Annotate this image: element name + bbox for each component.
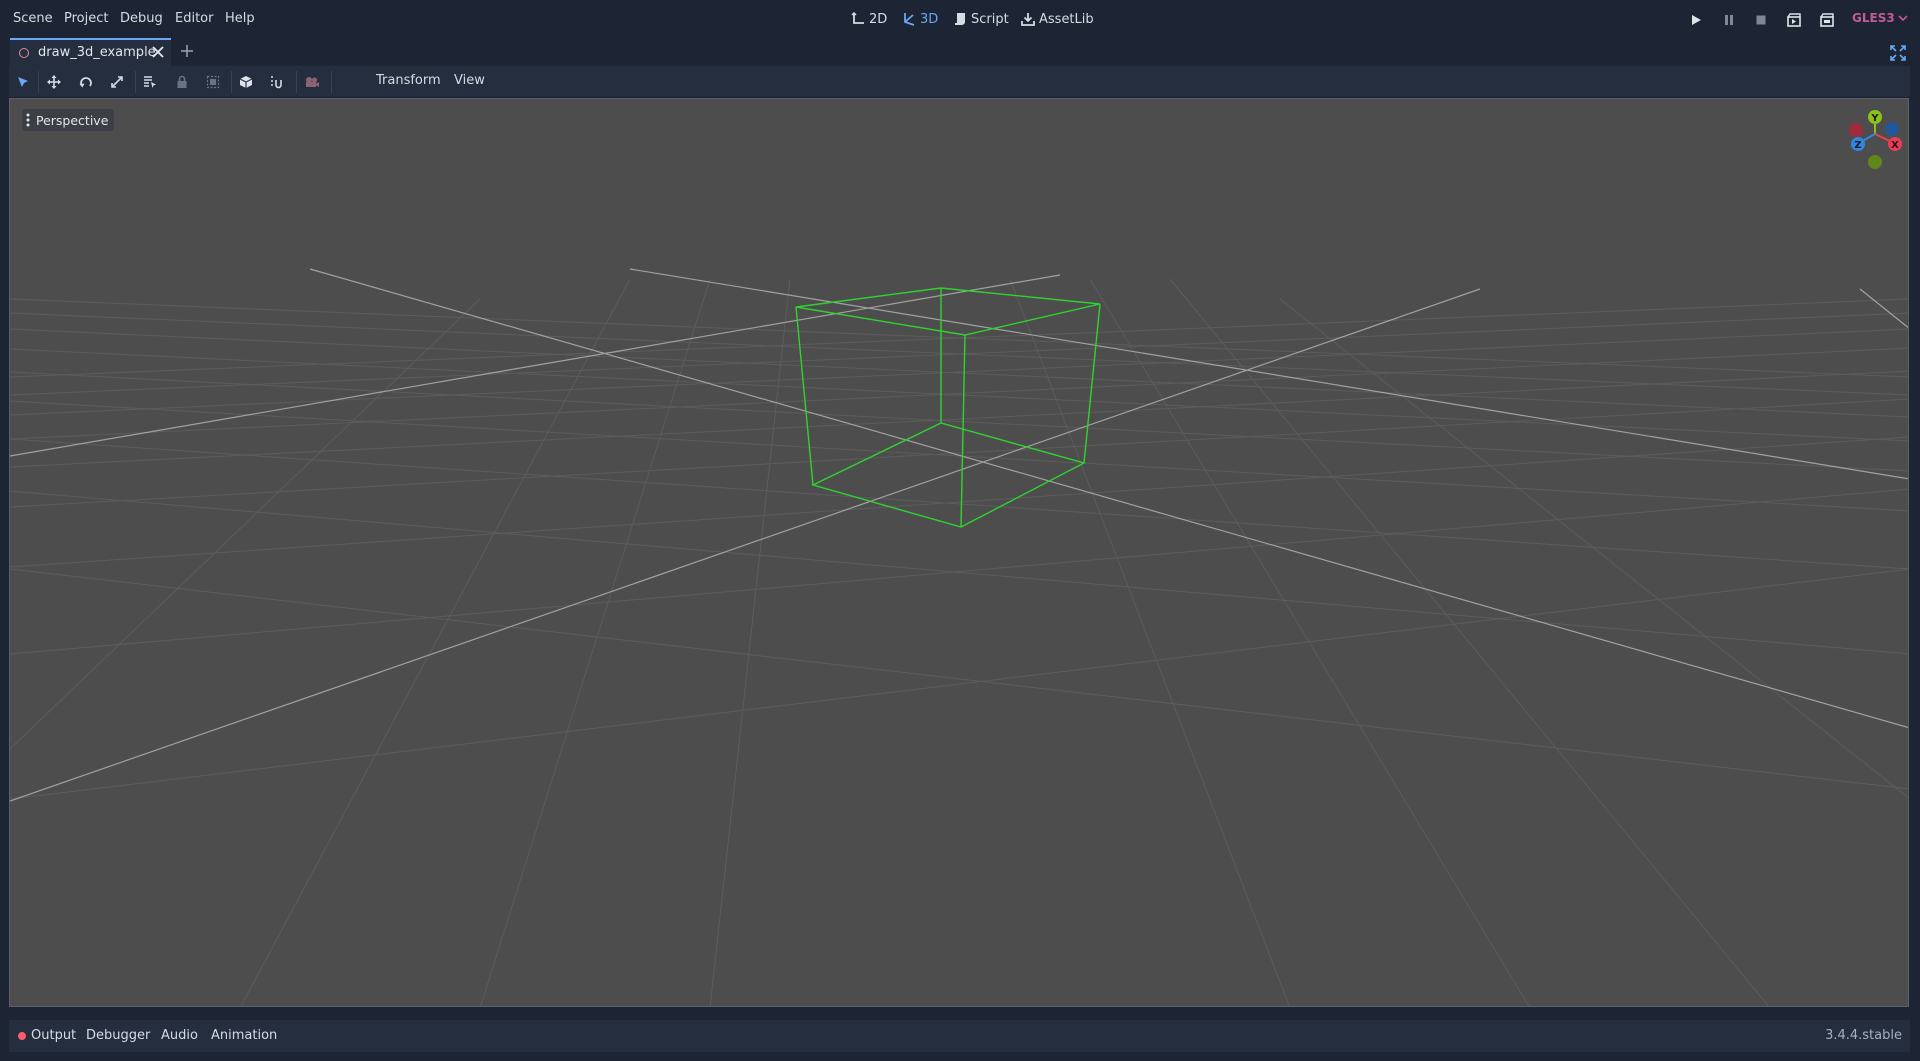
stop-icon (1756, 15, 1766, 25)
play-scene-icon (1787, 13, 1801, 27)
audio-tab[interactable]: Audio (161, 1028, 198, 1043)
cube-wireframe (795, 287, 1101, 528)
toolbar-separator (135, 71, 136, 93)
gizmo-z-label: Z (1854, 140, 1861, 151)
pause-button[interactable] (1721, 12, 1737, 28)
camera-override-button[interactable] (303, 73, 321, 91)
list-select-button[interactable] (141, 73, 159, 91)
distraction-free-icon[interactable] (1890, 45, 1906, 61)
node3d-scene-icon (19, 48, 29, 58)
chevron-down-icon (1898, 15, 1908, 22)
script-icon (955, 13, 965, 25)
workspace-script-button[interactable]: Script (953, 10, 1009, 28)
select-tool-button[interactable] (14, 73, 32, 91)
close-icon[interactable] (151, 45, 165, 59)
download-icon (1021, 13, 1035, 26)
group-button[interactable] (204, 73, 222, 91)
menu-help[interactable]: Help (225, 11, 255, 26)
toolbar-separator (231, 71, 232, 93)
menu-scene[interactable]: Scene (13, 11, 53, 26)
3d-viewport[interactable]: Perspective Y X Z (9, 98, 1909, 1007)
output-status-icon (18, 1031, 26, 1040)
gizmo-x-label: X (1891, 140, 1899, 151)
output-tab-label: Output (31, 1028, 77, 1043)
gizmo-neg-z[interactable] (1885, 122, 1899, 136)
renderer-select[interactable]: GLES3 (1852, 11, 1908, 25)
rotate-icon (79, 77, 92, 88)
renderer-label: GLES3 (1852, 11, 1895, 25)
local-space-button[interactable] (237, 73, 255, 91)
toolbar-separator (38, 71, 39, 93)
stop-button[interactable] (1753, 12, 1769, 28)
workspace-assetlib-button[interactable]: AssetLib (1021, 10, 1094, 28)
lock-button[interactable] (173, 73, 191, 91)
local-space-icon (239, 76, 253, 88)
workspace-assetlib-label: AssetLib (1039, 11, 1094, 27)
select-icon (18, 77, 28, 87)
workspace-script-label: Script (971, 11, 1009, 27)
list-select-icon (144, 76, 156, 88)
workspace-3d-label: 3D (920, 11, 939, 27)
bottom-panel-bar: Output Debugger Audio Animation 3.4.4.st… (9, 1020, 1910, 1052)
toolbar-separator (331, 71, 332, 93)
more-vertical-icon (26, 113, 30, 127)
animation-tab[interactable]: Animation (211, 1028, 277, 1043)
perspective-label: Perspective (36, 112, 109, 128)
play-custom-scene-button[interactable] (1819, 12, 1835, 28)
gizmo-neg-y[interactable] (1868, 155, 1882, 169)
rotate-tool-button[interactable] (77, 73, 95, 91)
workspace-3d-button[interactable]: 3D (902, 10, 938, 28)
play-icon (1692, 15, 1701, 25)
group-icon (206, 75, 220, 89)
output-tab[interactable]: Output (18, 1028, 76, 1043)
perspective-menu-button[interactable]: Perspective (22, 109, 115, 131)
debugger-tab[interactable]: Debugger (86, 1028, 150, 1043)
move-icon (47, 75, 61, 89)
workspace-2d-button[interactable]: 2D (851, 10, 887, 28)
orientation-gizmo[interactable]: Y X Z (1839, 104, 1909, 176)
gizmo-neg-x[interactable] (1849, 123, 1863, 137)
menu-project[interactable]: Project (64, 11, 108, 26)
spatial-editor-toolbar: Transform View (9, 66, 1910, 98)
menu-bar: Scene Project Debug Editor Help 2D 3D Sc… (0, 0, 1920, 38)
view-menu[interactable]: View (454, 73, 485, 88)
axis-lines (10, 268, 1908, 802)
play-custom-scene-icon (1820, 13, 1834, 27)
lock-icon (177, 75, 187, 88)
floor-grid (10, 278, 1908, 1006)
scene-tab-bar (0, 38, 1920, 66)
menu-debug[interactable]: Debug (120, 11, 163, 26)
scale-icon (111, 76, 123, 88)
snap-icon (271, 76, 282, 89)
play-button[interactable] (1688, 12, 1704, 28)
add-scene-tab-icon[interactable] (180, 44, 194, 58)
menu-editor[interactable]: Editor (175, 11, 213, 26)
move-tool-button[interactable] (45, 73, 63, 91)
2d-icon (851, 12, 864, 24)
3d-icon (904, 13, 915, 26)
gizmo-y-label: Y (1870, 113, 1879, 124)
version-label: 3.4.4.stable (1825, 1028, 1902, 1043)
viewport-scene (10, 268, 1908, 1006)
toolbar-separator (296, 71, 297, 93)
scale-tool-button[interactable] (108, 73, 126, 91)
snap-button[interactable] (268, 73, 286, 91)
workspace-2d-label: 2D (869, 11, 888, 27)
camera-override-icon (306, 77, 319, 87)
scene-tab[interactable]: draw_3d_example (10, 38, 171, 66)
play-scene-button[interactable] (1786, 12, 1802, 28)
pause-icon (1725, 15, 1733, 25)
transform-menu[interactable]: Transform (376, 73, 441, 88)
scene-tab-label: draw_3d_example (38, 45, 156, 60)
